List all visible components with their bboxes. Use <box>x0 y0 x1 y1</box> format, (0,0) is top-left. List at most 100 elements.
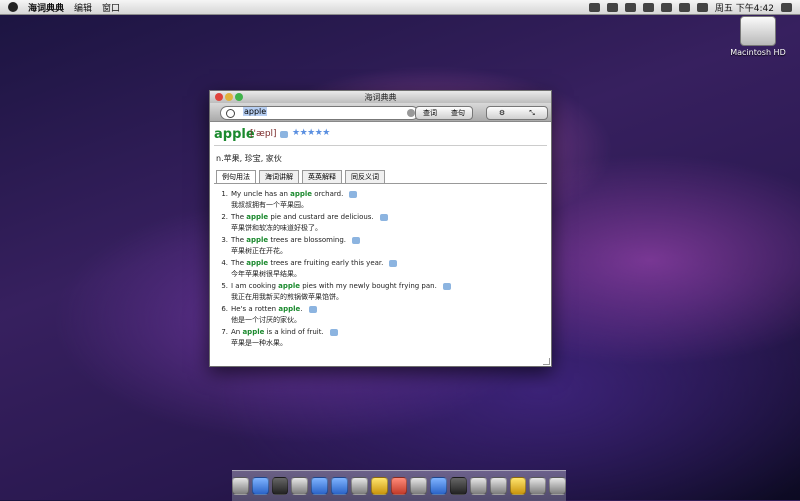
menu-edit[interactable]: 编辑 <box>74 1 92 14</box>
example-chinese: 苹果是一种水果。 <box>231 339 287 347</box>
example-english: The apple trees are blossoming. <box>231 236 360 244</box>
example-english: The apple pie and custard are delicious. <box>231 213 388 221</box>
search-input[interactable]: apple <box>220 106 419 120</box>
example-post: trees are blossoming. <box>268 236 346 244</box>
tab-explanation[interactable]: 海词讲解 <box>259 170 299 183</box>
menu-app-name[interactable]: 海词典典 <box>28 1 64 14</box>
example-speaker-icon[interactable] <box>389 259 398 267</box>
contacts-icon[interactable] <box>370 477 388 495</box>
drive-label: Macintosh HD <box>730 48 786 57</box>
example-keyword: apple <box>278 282 301 290</box>
example-number: 3. <box>221 236 228 244</box>
example-chinese: 苹果树正在开花。 <box>231 247 287 255</box>
example-pre: The <box>231 259 247 267</box>
lookup-button-group: 查词 查句 <box>415 106 473 120</box>
example-speaker-icon[interactable] <box>349 190 358 198</box>
example-keyword: apple <box>278 305 301 313</box>
downloads-icon[interactable] <box>529 477 547 495</box>
example-number: 6. <box>221 305 228 313</box>
example-pre: My uncle has an <box>231 190 291 198</box>
apple-menu-icon[interactable] <box>8 2 18 12</box>
example-post: orchard. <box>312 190 344 198</box>
dictionary-window: 海词典典 apple 查词 查句 ⚙ ⤡ apple ['æpl] ★★★★★ … <box>209 90 552 367</box>
example-english: I am cooking apple pies with my newly bo… <box>231 282 451 290</box>
example-pre: I am cooking <box>231 282 279 290</box>
example-pre: The <box>231 236 247 244</box>
desktop-drive[interactable]: Macintosh HD <box>728 16 788 57</box>
example-speaker-icon[interactable] <box>352 236 360 244</box>
example-post: trees are fruiting early this year. <box>268 259 384 267</box>
example-item: 6. He's a rotten apple. 他是一个讨厌的家伙。 <box>220 304 540 327</box>
example-speaker-icon[interactable] <box>442 282 451 290</box>
status-number-icon[interactable] <box>606 2 618 12</box>
example-number: 5. <box>221 282 228 290</box>
clear-icon[interactable] <box>407 109 415 117</box>
spotlight-icon[interactable] <box>781 2 792 12</box>
terminal-icon[interactable] <box>450 477 467 495</box>
example-number: 1. <box>221 190 228 198</box>
window-titlebar[interactable]: 海词典典 <box>210 91 551 103</box>
example-item: 4. The apple trees are fruiting early thi… <box>220 258 540 281</box>
tab-underline <box>214 183 547 184</box>
phonetic: ['æpl] <box>250 129 277 139</box>
bluetooth-icon[interactable] <box>642 2 654 12</box>
toolbar: apple 查词 查句 ⚙ ⤡ <box>210 103 551 122</box>
gear-icon[interactable]: ⚙ <box>487 109 517 117</box>
mail-icon[interactable] <box>331 477 348 495</box>
pronounce-speaker-icon[interactable] <box>280 131 288 138</box>
tools-button-group: ⚙ ⤡ <box>486 106 548 120</box>
dock <box>231 470 567 501</box>
example-keyword: apple <box>246 236 269 244</box>
hard-drive-icon <box>740 16 776 46</box>
preview-icon[interactable] <box>410 477 428 495</box>
itunes-icon[interactable] <box>430 477 448 495</box>
tab-english-definition[interactable]: 英英解释 <box>302 170 342 183</box>
network-utility-icon[interactable] <box>489 477 507 495</box>
search-value[interactable]: apple <box>243 107 268 116</box>
collapse-icon[interactable]: ⤡ <box>517 109 547 118</box>
status-app-icon[interactable] <box>588 2 600 12</box>
lookup-word-button[interactable]: 查词 <box>416 108 444 118</box>
example-pre: He's a rotten <box>231 305 279 313</box>
ichat-icon[interactable] <box>350 477 368 495</box>
time-machine-icon[interactable] <box>624 2 636 12</box>
tab-examples[interactable]: 例句用法 <box>216 170 256 183</box>
resize-handle[interactable] <box>543 358 550 365</box>
example-number: 2. <box>221 213 228 221</box>
input-flag-icon[interactable] <box>696 2 708 12</box>
menubar-clock[interactable]: 周五 下午4:42 <box>715 1 774 14</box>
example-speaker-icon[interactable] <box>379 213 388 221</box>
example-item: 5. I am cooking apple pies with my newly … <box>220 281 540 304</box>
volume-icon[interactable] <box>678 2 690 12</box>
example-english: My uncle has an apple orchard. <box>231 190 358 198</box>
system-preferences-icon[interactable] <box>469 477 487 495</box>
word-rating: ★★★★★ <box>292 128 330 138</box>
example-speaker-icon[interactable] <box>308 305 317 313</box>
example-speaker-icon[interactable] <box>329 328 338 336</box>
example-post: is a kind of fruit. <box>264 328 324 336</box>
mission-control-icon[interactable] <box>291 477 309 495</box>
search-icon <box>226 109 235 118</box>
wifi-icon[interactable] <box>660 2 672 12</box>
trash-icon[interactable] <box>549 477 567 495</box>
lookup-sentence-button[interactable]: 查句 <box>444 108 472 118</box>
example-item: 1. My uncle has an apple orchard. 我叔叔拥有一个苹… <box>220 189 540 212</box>
tab-synonyms[interactable]: 同反义词 <box>345 170 385 183</box>
definition: n.苹果, 珍宝, 家伙 <box>216 154 282 163</box>
menu-bar: 海词典典 编辑 窗口 周五 下午4:42 <box>0 0 800 15</box>
example-item: 7. An apple is a kind of fruit. 苹果是一种水果。 <box>220 327 540 350</box>
example-keyword: apple <box>246 259 269 267</box>
dictionary-app-icon[interactable] <box>509 477 527 495</box>
menu-window[interactable]: 窗口 <box>102 1 120 14</box>
example-item: 2. The apple pie and custard are deliciou… <box>220 212 540 235</box>
tabs: 例句用法 海词讲解 英英解释 同反义词 <box>216 170 385 183</box>
example-chinese: 今年苹果树很早结果。 <box>231 270 301 278</box>
dashboard-icon[interactable] <box>271 477 289 495</box>
example-english: An apple is a kind of fruit. <box>231 328 338 336</box>
finder-icon[interactable] <box>231 477 249 495</box>
app-store-icon[interactable] <box>251 477 269 495</box>
calendar-icon[interactable] <box>390 477 408 495</box>
example-chinese: 我叔叔拥有一个苹果园。 <box>231 201 308 209</box>
example-keyword: apple <box>246 213 269 221</box>
safari-icon[interactable] <box>311 477 329 495</box>
